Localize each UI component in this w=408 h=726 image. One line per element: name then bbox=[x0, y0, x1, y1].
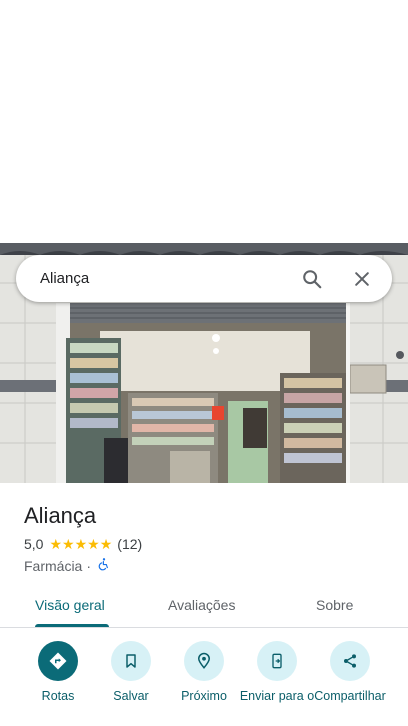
star-icon: ★ bbox=[62, 536, 75, 552]
action-bar: Rotas Salvar Próximo Enviar para o Compa… bbox=[0, 641, 408, 726]
star-icon: ★ bbox=[49, 536, 63, 552]
nearby-icon bbox=[184, 641, 224, 681]
nearby-label: Próximo bbox=[181, 689, 227, 703]
share-button[interactable]: Compartilhar bbox=[312, 641, 388, 703]
map-area[interactable] bbox=[0, 0, 408, 243]
tab-reviews[interactable]: Avaliações bbox=[168, 597, 235, 613]
bookmark-icon bbox=[111, 641, 151, 681]
rating-row[interactable]: 5,0 ★ ★ ★ ★ ★ (12) bbox=[24, 536, 142, 552]
share-label: Compartilhar bbox=[314, 689, 386, 703]
directions-button[interactable]: Rotas bbox=[20, 641, 96, 703]
nearby-button[interactable]: Próximo bbox=[166, 641, 242, 703]
review-count[interactable]: (12) bbox=[117, 536, 142, 552]
active-tab-indicator bbox=[35, 624, 109, 627]
send-to-phone-button[interactable]: Enviar para o bbox=[239, 641, 315, 703]
directions-icon bbox=[38, 641, 78, 681]
rating-value: 5,0 bbox=[24, 536, 44, 552]
tab-about[interactable]: Sobre bbox=[316, 597, 353, 613]
send-to-phone-icon bbox=[257, 641, 297, 681]
save-button[interactable]: Salvar bbox=[93, 641, 169, 703]
search-bar[interactable]: Aliança bbox=[16, 255, 392, 302]
send-to-phone-label: Enviar para o bbox=[239, 689, 315, 703]
rating-stars: ★ ★ ★ ★ ★ bbox=[49, 537, 112, 551]
place-title: Aliança bbox=[24, 503, 97, 528]
tab-overview[interactable]: Visão geral bbox=[35, 597, 105, 613]
separator: · bbox=[86, 557, 92, 574]
tab-bar: Visão geral Avaliações Sobre bbox=[0, 587, 408, 628]
star-icon: ★ bbox=[87, 536, 100, 552]
directions-label: Rotas bbox=[41, 689, 75, 703]
star-icon: ★ bbox=[99, 536, 113, 552]
save-label: Salvar bbox=[113, 689, 149, 703]
place-category: Farmácia bbox=[24, 557, 83, 574]
share-icon bbox=[330, 641, 370, 681]
star-icon: ★ bbox=[74, 536, 88, 552]
search-icon[interactable] bbox=[300, 267, 324, 291]
place-panel: Aliança 5,0 ★ ★ ★ ★ ★ (12) Farmácia · Vi… bbox=[0, 483, 408, 726]
close-icon[interactable] bbox=[350, 267, 374, 291]
category-row: Farmácia · bbox=[24, 557, 111, 574]
wheelchair-icon bbox=[95, 557, 111, 574]
search-input[interactable]: Aliança bbox=[40, 270, 300, 287]
